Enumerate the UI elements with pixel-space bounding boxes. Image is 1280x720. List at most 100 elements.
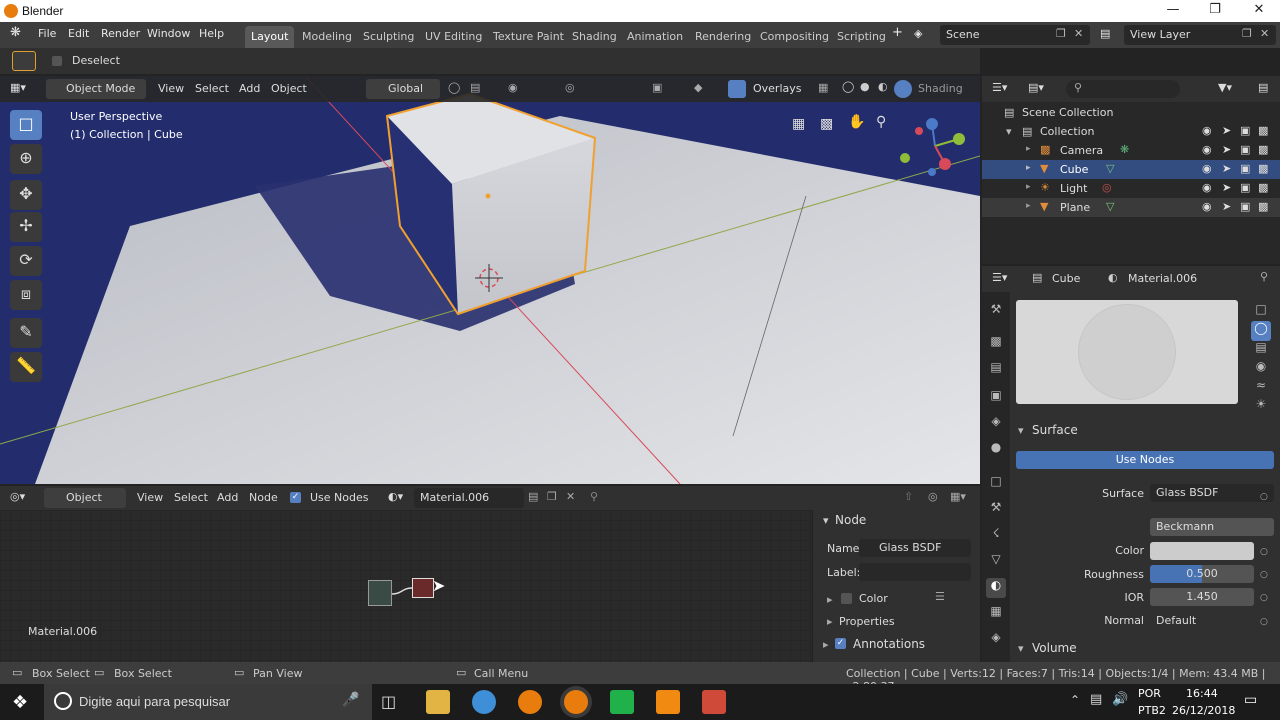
viewport-menu-add[interactable]: Add [239,82,260,95]
selectable-arrow-icon[interactable]: ➤ [1222,200,1231,213]
tray-expand-icon[interactable]: ⌃ [1070,693,1080,707]
tab-texture-paint[interactable]: Texture Paint [487,26,570,48]
proportional-edit-icon[interactable]: ◉ [508,81,518,94]
annotations-panel-label[interactable]: Annotations [853,637,925,651]
visibility-eye-icon[interactable]: ◉ [1202,181,1212,194]
render-disable-icon[interactable]: ▩ [1258,181,1268,194]
properties-expand-icon[interactable]: ▸ [827,615,833,628]
preview-flat-icon[interactable]: □ [1251,302,1271,322]
navigation-gizmo[interactable] [900,118,965,176]
taskbar-search-box[interactable]: Digite aqui para pesquisar 🎤 [44,684,372,720]
blender-taskbar-icon[interactable] [518,690,542,714]
mesh-data-icon[interactable]: ▽ [1106,162,1114,175]
remove-scene-icon[interactable]: ✕ [1074,27,1083,40]
task-view-icon[interactable]: ◫ [381,692,396,711]
viewport-disable-icon[interactable]: ▣ [1240,143,1250,156]
mesh-data-icon[interactable]: ▽ [1106,200,1114,213]
solid-shading-icon[interactable]: ● [860,80,870,93]
constraint-tab-icon[interactable]: ☇ [986,526,1006,546]
context-object-label[interactable]: Cube [1052,272,1080,285]
visibility-eye-icon[interactable]: ◉ [1202,200,1212,213]
expand-icon[interactable]: ▸ [1026,163,1031,173]
normal-field[interactable]: Default [1150,612,1254,630]
unlink-material-icon[interactable]: ✕ [566,490,575,503]
close-button[interactable]: ✕ [1246,2,1272,20]
viewport-menu-select[interactable]: Select [195,82,229,95]
pan-hand-icon[interactable]: ✋ [848,114,865,130]
preview-sphere-icon[interactable]: ◯ [1251,321,1271,341]
render-disable-icon[interactable]: ▩ [1258,162,1268,175]
outliner-row-scene-collection[interactable]: ▤ Scene Collection [982,103,1280,122]
view-layer-selector[interactable]: View Layer ❐ ✕ [1124,25,1276,45]
minimize-button[interactable]: — [1160,2,1186,20]
tab-shading[interactable]: Shading [566,26,623,48]
view-layer-icon[interactable]: ▤ [1100,27,1110,40]
language-top[interactable]: POR [1138,687,1161,700]
copy-scene-icon[interactable]: ❐ [1056,27,1066,40]
outliner-row-camera[interactable]: ▸ ▩ Camera ❋ ◉ ➤ ▣ ▩ [982,141,1280,160]
visibility-eye-icon[interactable]: ◉ [1202,124,1212,137]
shading-label[interactable]: Shading [918,82,963,95]
node-menu-add[interactable]: Add [217,491,238,504]
preview-world-icon[interactable]: ☀ [1251,397,1271,417]
object-tab-icon[interactable]: □ [986,474,1006,494]
render-disable-icon[interactable]: ▩ [1258,124,1268,137]
add-workspace-icon[interactable]: + [892,25,903,40]
menu-render[interactable]: Render [101,27,140,40]
surface-collapse-icon[interactable]: ▾ [1018,424,1024,437]
copy-view-layer-icon[interactable]: ❐ [1242,27,1252,40]
clock-date[interactable]: 26/12/2018 [1172,704,1235,717]
pin-icon[interactable]: ⚲ [590,490,598,503]
volume-collapse-icon[interactable]: ▾ [1018,642,1024,655]
move-arrows-icon[interactable]: ✢ [10,212,42,242]
editor-type-icon[interactable]: ▦▾ [10,81,26,94]
material-output-node[interactable] [412,578,434,598]
selectable-arrow-icon[interactable]: ➤ [1222,124,1231,137]
socket-icon[interactable]: ○ [1260,617,1268,627]
perspective-toggle-icon[interactable]: ▦ [792,116,805,132]
node-menu-view[interactable]: View [137,491,163,504]
expand-icon[interactable]: ▸ [1026,182,1031,192]
remove-view-layer-icon[interactable]: ✕ [1260,27,1269,40]
duplicate-material-icon[interactable]: ❐ [547,490,557,503]
viewport-menu-view[interactable]: View [158,82,184,95]
3d-viewport[interactable]: User Perspective (1) Collection | Cube ▦… [0,76,980,484]
select-box-tool-icon[interactable] [12,51,36,71]
chrome-icon[interactable] [472,690,496,714]
distribution-dropdown[interactable]: Beckmann [1150,518,1274,536]
node-editor-type-icon[interactable]: ◎▾ [10,490,25,503]
preview-cube-icon[interactable]: ▤ [1251,340,1271,360]
outliner-row-light[interactable]: ▸ ☀ Light ◎ ◉ ➤ ▣ ▩ [982,179,1280,198]
tab-sculpting[interactable]: Sculpting [357,26,420,48]
rendered-shading-icon[interactable] [894,80,912,98]
selectable-arrow-icon[interactable]: ➤ [1222,162,1231,175]
render-tab-icon[interactable]: ▩ [986,334,1006,354]
glass-bsdf-node[interactable] [368,580,392,606]
windows-start-icon[interactable]: ❖ [12,692,28,713]
mode-selector[interactable]: Object Mode [46,79,146,99]
parent-node-tree-icon[interactable]: ⇧ [904,490,913,503]
light-data-icon[interactable]: ◎ [1102,181,1112,194]
surface-section-label[interactable]: Surface [1032,423,1078,437]
pivot-icon[interactable]: ◯ [448,81,460,94]
mesh-data-tab-icon[interactable]: ▽ [986,552,1006,572]
snap-element-icon[interactable]: ▦▾ [950,490,966,503]
render-disable-icon[interactable]: ▩ [1258,200,1268,213]
camtasia-icon[interactable] [610,690,634,714]
socket-icon[interactable]: ○ [1260,547,1268,557]
node-label-field[interactable] [859,563,971,581]
node-panel-collapse-icon[interactable]: ▾ [823,514,829,527]
selectable-arrow-icon[interactable]: ➤ [1222,181,1231,194]
filter-icon[interactable]: ▼▾ [1218,81,1232,94]
volume-icon[interactable]: 🔊 [1112,692,1128,707]
color-presets-icon[interactable]: ☰ [935,590,945,603]
snap-icon[interactable]: ▤ [470,81,480,94]
tab-scripting[interactable]: Scripting [831,26,892,48]
properties-panel-label[interactable]: Properties [839,615,895,628]
visibility-eye-icon[interactable]: ◉ [1202,162,1212,175]
camera-data-icon[interactable]: ❋ [1120,143,1129,156]
file-explorer-icon[interactable] [426,690,450,714]
expand-icon[interactable]: ▸ [1026,144,1031,154]
modifier-tab-icon[interactable]: ⚒ [986,500,1006,520]
color-swatch[interactable] [1150,542,1254,560]
